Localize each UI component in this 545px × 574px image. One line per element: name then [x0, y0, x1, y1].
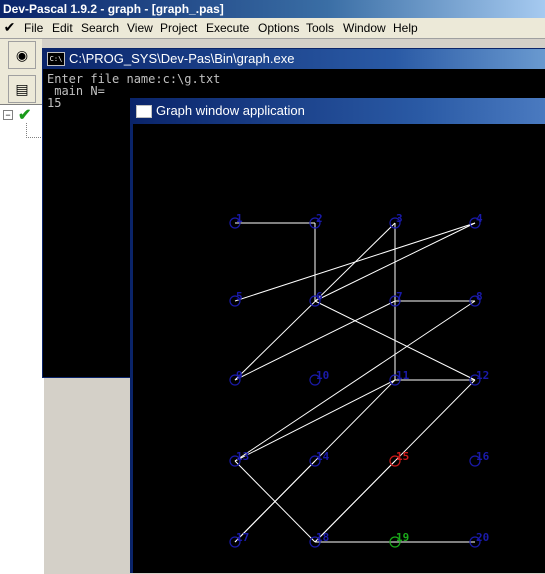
graph-window-title: Graph window application [156, 103, 305, 118]
tree-connector [26, 123, 41, 138]
graph-node-label-16: 16 [476, 450, 490, 463]
menu-edit[interactable]: Edit [52, 20, 73, 36]
graph-titlebar[interactable]: Graph window application [130, 98, 545, 124]
window-icon [136, 105, 152, 118]
graph-node-label-2: 2 [316, 212, 323, 225]
graph-node-label-11: 11 [396, 369, 410, 382]
graph-window[interactable]: Graph window application 1 2 3 4 5 6 7 8 9 10 11 12… [130, 98, 545, 573]
graph-node-label-10: 10 [316, 369, 329, 382]
menu-window[interactable]: Window [343, 20, 386, 36]
console-titlebar[interactable]: C:\ C:\PROG_SYS\Dev-Pas\Bin\graph.exe [43, 49, 545, 69]
graph-edge [314, 379, 476, 543]
menu-options[interactable]: Options [258, 20, 299, 36]
menu-execute[interactable]: Execute [206, 20, 249, 36]
graph-node-label-14: 14 [316, 450, 330, 463]
graph-node-label-12: 12 [476, 369, 489, 382]
ide-titlebar: Dev-Pascal 1.9.2 - graph - [graph_.pas] [0, 0, 545, 18]
graph-node-label-8: 8 [476, 290, 483, 303]
console-line: 15 [47, 96, 62, 110]
graph-canvas[interactable]: 1 2 3 4 5 6 7 8 9 10 11 12 13 14 15 16 17 18 19 20 [133, 124, 545, 573]
graph-node-label-15: 15 [396, 450, 409, 463]
graph-node-label-19: 19 [396, 531, 409, 544]
graph-node-label-7: 7 [396, 290, 403, 303]
graph-edge [234, 300, 396, 381]
graph-drawing: 1 2 3 45 6 7 89 10 11 1213 14 15 1617 18 19 20 [229, 212, 490, 548]
ide-window-title: Dev-Pascal 1.9.2 - graph - [graph_.pas] [3, 2, 224, 16]
graph-node-label-3: 3 [396, 212, 403, 225]
menu-view[interactable]: View [127, 20, 153, 36]
checkmark-icon[interactable]: ✔ [18, 105, 31, 125]
graph-node-label-9: 9 [236, 369, 243, 382]
graph-node-label-17: 17 [236, 531, 249, 544]
graph-edge [234, 379, 396, 462]
graph-node-label-18: 18 [316, 531, 329, 544]
graph-node-label-4: 4 [476, 212, 483, 225]
graph-node-label-1: 1 [236, 212, 243, 225]
menubar: ✔ File Edit Search View Project Execute … [0, 18, 545, 39]
graph-node-label-6: 6 [316, 290, 323, 303]
graph-edge [234, 300, 476, 462]
menu-file[interactable]: File [24, 20, 43, 36]
menu-tools[interactable]: Tools [306, 20, 334, 36]
graph-node-label-5: 5 [236, 290, 243, 303]
menu-help[interactable]: Help [393, 20, 418, 36]
app-menu-icon[interactable]: ✔ [1, 19, 18, 36]
menu-search[interactable]: Search [81, 20, 119, 36]
console-icon: C:\ [47, 52, 65, 66]
save-icon[interactable]: ▤ [8, 75, 36, 103]
compile-icon[interactable]: ◉ [8, 41, 36, 69]
graph-node-label-20: 20 [476, 531, 489, 544]
console-title: C:\PROG_SYS\Dev-Pas\Bin\graph.exe [69, 51, 295, 66]
graph-node-label-13: 13 [236, 450, 249, 463]
expand-icon[interactable]: − [3, 110, 13, 120]
menu-project[interactable]: Project [160, 20, 197, 36]
project-tree: − ✔ [0, 104, 44, 574]
